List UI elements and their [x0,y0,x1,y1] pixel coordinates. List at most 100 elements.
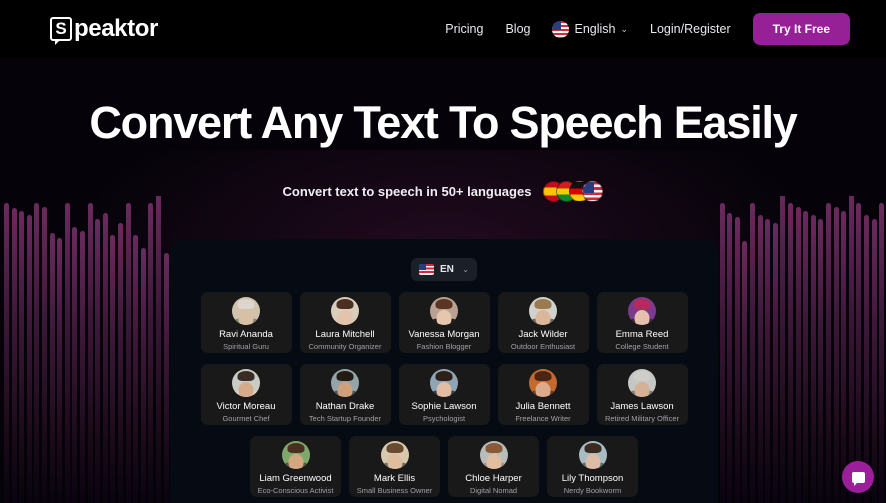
waveform-bar [757,215,763,503]
waveform-bar [780,196,786,503]
voice-role: Fashion Blogger [416,342,472,351]
waveform-bar [818,219,824,503]
us-flag-icon [552,20,570,38]
waveform-bar [57,238,63,503]
waveform-bar [803,211,809,503]
waveform-bar [833,207,839,503]
login-register-link[interactable]: Login/Register [650,22,731,36]
nav-item-pricing[interactable]: Pricing [445,22,483,36]
voice-card[interactable]: Nathan Drake Tech Startup Founder [299,364,391,425]
waveform-bar [156,196,161,503]
language-flags-group [543,180,604,202]
us-flag-icon [419,264,434,275]
panel-language-value: EN [440,264,454,275]
waveform-bar [118,223,123,503]
avatar [430,297,458,325]
waveform-bar [871,219,877,503]
waveform-bar [864,215,869,503]
voice-name: Vanessa Morgan [408,329,480,340]
voice-card[interactable]: Mark Ellis Small Business Owner [349,436,440,497]
waveform-bar [42,207,47,503]
avatar [331,369,359,397]
avatar [628,369,656,397]
voice-card[interactable]: James Lawson Retired Military Officer [596,364,688,425]
voice-card[interactable]: Vanessa Morgan Fashion Blogger [398,292,490,353]
avatar [529,369,557,397]
waveform-bar [795,207,801,503]
site-logo[interactable]: S peaktor [50,15,158,45]
nav-item-blog[interactable]: Blog [505,22,530,36]
voice-card[interactable]: Jack Wilder Outdoor Enthusiast [497,292,589,353]
voice-role: Nerdy Bookworm [563,486,622,495]
chat-widget-button[interactable] [842,461,874,493]
site-header: S peaktor Pricing Blog English ⌄ Login/R… [0,0,886,58]
voice-name: Jack Wilder [518,329,568,340]
waveform-bar [742,241,748,503]
voice-role: Retired Military Officer [604,414,680,423]
voice-name: Sophie Lawson [411,401,477,412]
waveform-bar [727,213,733,503]
waveform-bar [72,227,78,503]
waveform-bar [49,233,55,503]
page-title: Convert Any Text To Speech Easily [89,97,797,148]
waveform-bar [163,253,169,503]
voice-card-row: Victor Moreau Gourmet Chef Nathan Drake Tec… [170,364,718,425]
avatar [430,369,458,397]
waveform-bar [750,203,755,503]
chat-bubble-icon [851,471,865,486]
avatar [628,297,656,325]
language-switcher[interactable]: English ⌄ [552,20,629,38]
avatar [578,441,607,469]
voice-card[interactable]: Ravi Ananda Spiritual Guru [200,292,292,353]
avatar [232,369,260,397]
waveform-bar [64,203,70,503]
waveform-bar [133,235,139,503]
logo-speech-bubble-icon: S [50,17,72,45]
voice-role: Psychologist [422,414,466,423]
voice-card[interactable]: Liam Greenwood Eco-Conscious Activist [250,436,341,497]
waveform-bar [34,203,40,503]
language-switcher-label: English [574,22,616,36]
waveform-bar [734,217,740,503]
voice-role: Outdoor Enthusiast [510,342,576,351]
hero-subtitle: Convert text to speech in 50+ languages [282,183,532,199]
voice-card[interactable]: Chloe Harper Digital Nomad [448,436,539,497]
voice-role: Digital Nomad [469,486,518,495]
voice-card[interactable]: Julia Bennett Freelance Writer [497,364,589,425]
waveform-bar [788,203,793,503]
hero-subtitle-row: Convert text to speech in 50+ languages [0,180,886,202]
us-flag-icon [582,180,604,202]
voice-name: Laura Mitchell [315,329,375,340]
voice-card[interactable]: Sophie Lawson Psychologist [398,364,490,425]
try-it-free-button[interactable]: Try It Free [752,13,850,45]
voice-name: Julia Bennett [515,401,571,412]
voice-card-row: Liam Greenwood Eco-Conscious Activist Mark… [170,436,718,497]
avatar [380,441,409,469]
waveform-bar [19,211,25,503]
voice-card[interactable]: Emma Reed College Student [596,292,688,353]
voice-name: James Lawson [610,401,674,412]
voice-role: College Student [615,342,669,351]
chevron-down-icon: ⌄ [462,265,469,274]
chevron-down-icon: ⌄ [620,23,629,34]
waveform-bar [856,203,862,503]
waveform-bar [848,196,854,503]
waveform-bar [765,219,771,503]
waveform-bar [26,215,32,503]
voice-role: Spiritual Guru [223,342,269,351]
voice-role: Freelance Writer [515,414,571,423]
waveform-bar [772,223,778,503]
waveform-bar [148,203,154,503]
hero-section: Convert Any Text To Speech Easily Conver… [0,58,886,202]
panel-language-select[interactable]: EN ⌄ [411,258,477,281]
voice-card-row: Ravi Ananda Spiritual Guru Laura Mitchell C… [170,292,718,353]
voice-role: Eco-Conscious Activist [257,486,334,495]
voice-name: Liam Greenwood [259,473,332,484]
voice-card[interactable]: Lily Thompson Nerdy Bookworm [547,436,638,497]
waveform-bar [87,203,93,503]
voice-card[interactable]: Laura Mitchell Community Organizer [299,292,391,353]
voice-role: Community Organizer [308,342,382,351]
voice-name: Nathan Drake [315,401,375,412]
waveform-bar [102,213,108,503]
voice-card[interactable]: Victor Moreau Gourmet Chef [200,364,292,425]
